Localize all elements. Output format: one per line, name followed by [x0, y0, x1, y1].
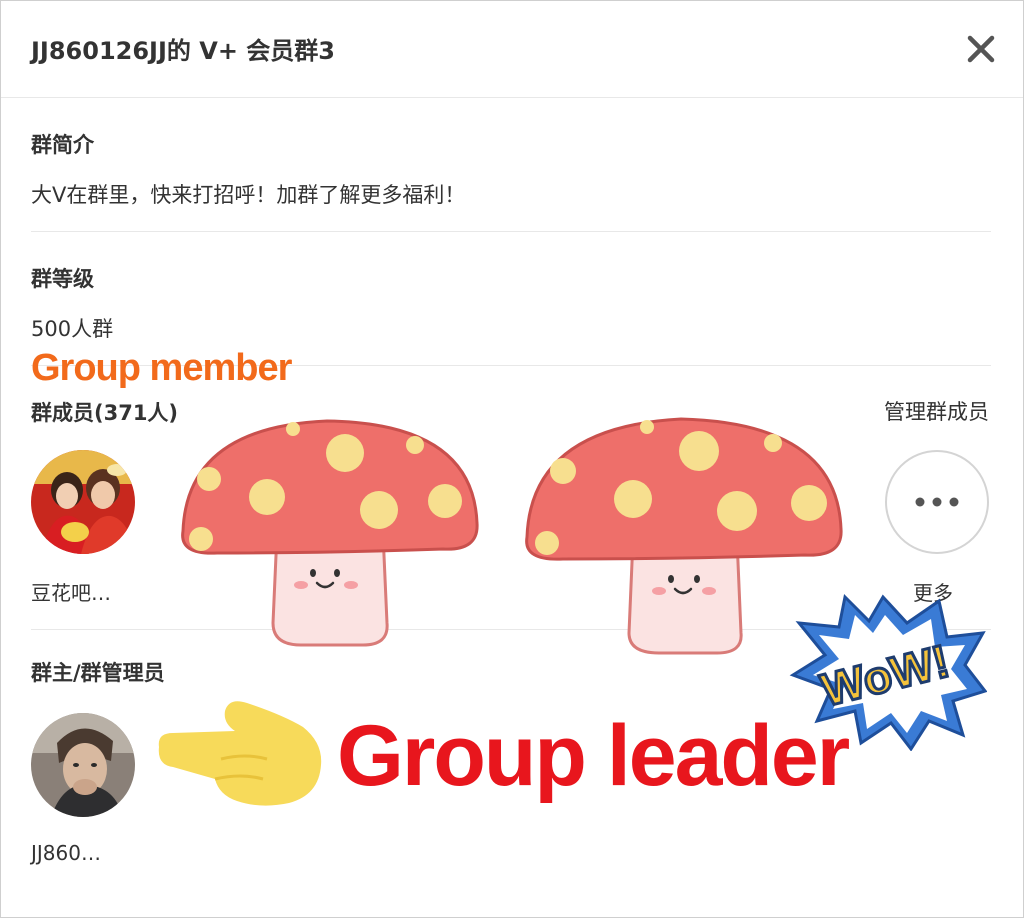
- members-label: 群成员(371人): [31, 401, 179, 425]
- admins-label: 群主/群管理员: [31, 661, 165, 685]
- level-text: 500人群: [31, 317, 114, 341]
- mushroom-sticker: [181, 419, 479, 647]
- close-icon[interactable]: [959, 29, 1001, 71]
- dialog-header: JJ860126JJ的 V+ 会员群3: [1, 1, 1023, 98]
- avatar-image: [31, 713, 135, 817]
- group-info-dialog: JJ860126JJ的 V+ 会员群3 群简介 大V在群里，快来打招呼！加群了解…: [0, 0, 1024, 918]
- dialog-title: JJ860126JJ的 V+ 会员群3: [31, 37, 336, 65]
- admin-name: JJ860…: [31, 841, 101, 865]
- intro-text: 大V在群里，快来打招呼！加群了解更多福利！: [31, 183, 466, 207]
- manage-members-link[interactable]: 管理群成员: [884, 396, 989, 426]
- level-label: 群等级: [31, 267, 94, 291]
- member-avatar[interactable]: [31, 450, 135, 554]
- ellipsis-icon: [915, 497, 959, 507]
- pointing-hand-icon: [158, 701, 322, 806]
- intro-label: 群简介: [31, 133, 94, 157]
- divider: [31, 231, 991, 232]
- admin-avatar[interactable]: [31, 713, 135, 817]
- avatar-image: [31, 450, 135, 554]
- more-members-button[interactable]: [885, 450, 989, 554]
- group-leader-annotation: Group leader: [337, 708, 850, 804]
- group-member-annotation: Group member: [31, 347, 292, 389]
- member-name: 豆花吧…: [31, 581, 111, 605]
